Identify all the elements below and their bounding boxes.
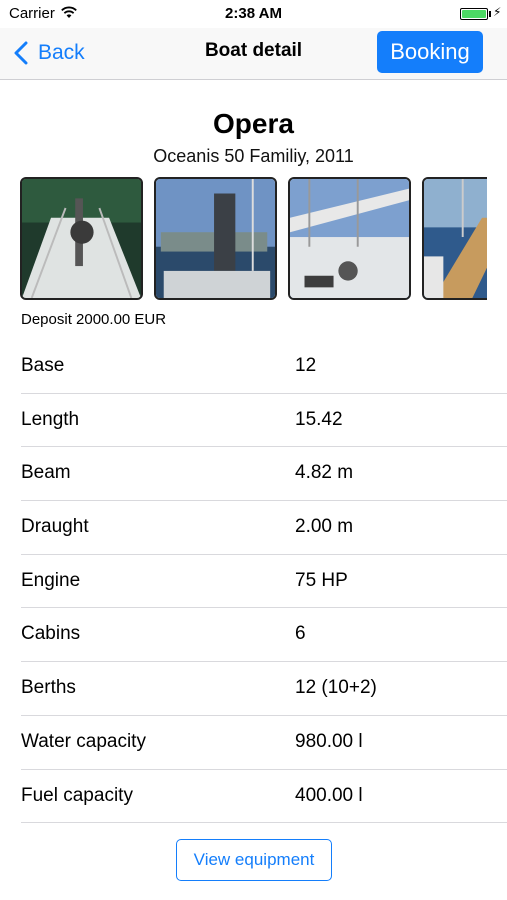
deposit-text: Deposit 2000.00 EUR (21, 311, 167, 328)
photo-gallery[interactable] (20, 177, 487, 300)
spec-row-draught: Draught 2.00 m (0, 501, 507, 555)
row-separator (21, 822, 507, 824)
spec-value: 12 (295, 355, 317, 376)
spec-label: Berths (21, 677, 76, 699)
spec-row-beam: Beam 4.82 m (0, 447, 507, 502)
boat-photo-image (22, 179, 141, 298)
spec-row-berths: Berths 12 (10+2) (0, 662, 507, 716)
spec-value: 4.82 m (295, 462, 354, 484)
boat-photo-image (424, 179, 487, 298)
specs-table: Base 12 Length 15.42 Beam 4.82 m Draught… (0, 340, 507, 824)
boat-photo[interactable] (422, 177, 487, 300)
spec-row-length: Length 15.42 (0, 394, 507, 448)
spec-value: 400.00 l (295, 784, 363, 806)
spec-value: 75 HP (295, 569, 348, 591)
status-time: 2:38 AM (225, 5, 282, 22)
boat-name: Opera (213, 108, 294, 139)
spec-label: Engine (21, 569, 81, 591)
spec-row-fuel-capacity: Fuel capacity 400.00 l (0, 770, 507, 824)
spec-value: 15.42 (295, 408, 343, 430)
battery-icon (460, 8, 488, 20)
status-bar: Carrier 2:38 AM ⚡ (0, 0, 507, 28)
spec-value: 2.00 m (295, 516, 354, 538)
spec-label: Cabins (21, 623, 81, 645)
navigation-bar: Back Boat detail Booking (0, 28, 507, 80)
boat-photo[interactable] (288, 177, 411, 300)
boat-photo-image (290, 179, 409, 298)
battery-fill (462, 10, 486, 18)
boat-photo[interactable] (154, 177, 277, 300)
spec-value: 6 (295, 623, 306, 645)
view-equipment-button[interactable]: View equipment (176, 839, 332, 881)
spec-row-water-capacity: Water capacity 980.00 l (0, 716, 507, 770)
boat-photo-image (156, 179, 275, 298)
spec-value: 12 (10+2) (295, 677, 377, 699)
spec-label: Water capacity (21, 730, 146, 752)
spec-row-cabins: Cabins 6 (0, 608, 507, 663)
battery-tip (489, 11, 491, 17)
spec-label: Beam (21, 462, 71, 484)
spec-label: Length (21, 408, 80, 430)
spec-row-base: Base 12 (0, 340, 507, 394)
boat-model: Oceanis 50 Familiy, 2011 (153, 146, 354, 166)
charging-bolt-icon: ⚡ (493, 5, 502, 19)
spec-row-engine: Engine 75 HP (0, 555, 507, 609)
spec-label: Draught (21, 516, 89, 538)
boat-photo[interactable] (20, 177, 143, 300)
booking-button[interactable]: Booking (377, 31, 483, 73)
spec-label: Base (21, 355, 65, 376)
spec-label: Fuel capacity (21, 784, 133, 806)
spec-value: 980.00 l (295, 730, 363, 752)
